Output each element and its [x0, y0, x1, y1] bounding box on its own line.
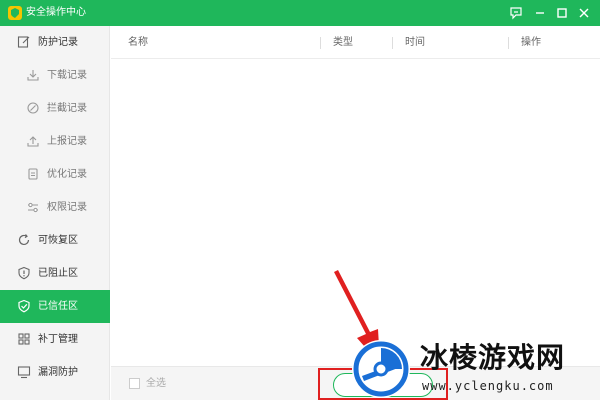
minimize-button[interactable] [530, 3, 550, 23]
close-icon [579, 8, 589, 18]
table-header: 名称 类型 时间 操作 [111, 26, 600, 59]
sidebar-item-label: 优化记录 [47, 169, 87, 180]
sidebar-item-label: 已阻止区 [38, 268, 78, 279]
feedback-button[interactable] [506, 3, 526, 23]
sidebar-item-protection-records[interactable]: 防护记录 [0, 26, 110, 59]
sidebar-item-label: 补丁管理 [38, 334, 78, 345]
watermark-url: www.yclengku.com [422, 379, 554, 393]
sidebar-item-label: 上报记录 [47, 136, 87, 147]
sidebar-item-report-records[interactable]: 上报记录 [0, 125, 110, 158]
window-title: 安全操作中心 [26, 7, 86, 18]
sidebar-item-label: 漏洞防护 [38, 367, 78, 378]
upload-icon [27, 136, 39, 147]
sliders-icon [28, 202, 38, 213]
sidebar-item-patch-management[interactable]: 补丁管理 [0, 323, 110, 356]
edit-icon [17, 36, 30, 48]
sidebar-item-block-records[interactable]: 拦截记录 [0, 92, 110, 125]
shield-check-icon [18, 299, 30, 313]
column-header-name[interactable]: 名称 [128, 37, 148, 49]
column-header-action[interactable]: 操作 [521, 37, 541, 49]
maximize-button[interactable] [552, 3, 572, 23]
download-icon [27, 70, 39, 81]
title-bar: 安全操作中心 [0, 0, 600, 26]
sidebar-item-trusted[interactable]: 已信任区 [0, 290, 110, 323]
sidebar-item-blocked[interactable]: 已阻止区 [0, 257, 110, 290]
monitor-icon [17, 366, 31, 379]
app-logo-icon [8, 6, 22, 20]
sidebar-item-label: 下载记录 [47, 70, 87, 81]
sidebar-item-recoverable[interactable]: 可恢复区 [0, 224, 110, 257]
column-header-time[interactable]: 时间 [405, 37, 425, 49]
sidebar-item-label: 拦截记录 [47, 103, 87, 114]
sidebar-item-label: 可恢复区 [38, 235, 78, 246]
sidebar-item-optimize-records[interactable]: 优化记录 [0, 158, 110, 191]
block-icon [27, 102, 39, 114]
grid-icon [18, 333, 30, 345]
sidebar-item-label: 防护记录 [38, 37, 78, 48]
column-header-type[interactable]: 类型 [333, 37, 353, 49]
column-divider[interactable] [320, 37, 321, 49]
watermark-logo-icon [352, 340, 410, 398]
close-button[interactable] [574, 3, 594, 23]
sidebar: 防护记录 下载记录 拦截记录 上报记录 优化记录 权限记录 可恢复区 已阻止区 … [0, 26, 110, 400]
sidebar-item-label: 权限记录 [47, 202, 87, 213]
minimize-icon [536, 12, 544, 14]
refresh-icon [18, 234, 30, 246]
select-all-checkbox[interactable] [129, 378, 140, 389]
select-all-label[interactable]: 全选 [146, 378, 166, 390]
shield-alert-icon [18, 266, 30, 280]
column-divider[interactable] [392, 37, 393, 49]
feedback-icon [510, 7, 522, 20]
watermark-title: 冰棱游戏网 [420, 341, 566, 374]
sidebar-item-download-records[interactable]: 下载记录 [0, 59, 110, 92]
document-icon [28, 168, 38, 180]
sidebar-item-vulnerability-protection[interactable]: 漏洞防护 [0, 356, 110, 389]
sidebar-item-label: 已信任区 [38, 301, 78, 312]
column-divider[interactable] [508, 37, 509, 49]
maximize-icon [557, 8, 567, 18]
sidebar-item-permission-records[interactable]: 权限记录 [0, 191, 110, 224]
watermark: 冰棱游戏网 www.yclengku.com [350, 338, 600, 400]
